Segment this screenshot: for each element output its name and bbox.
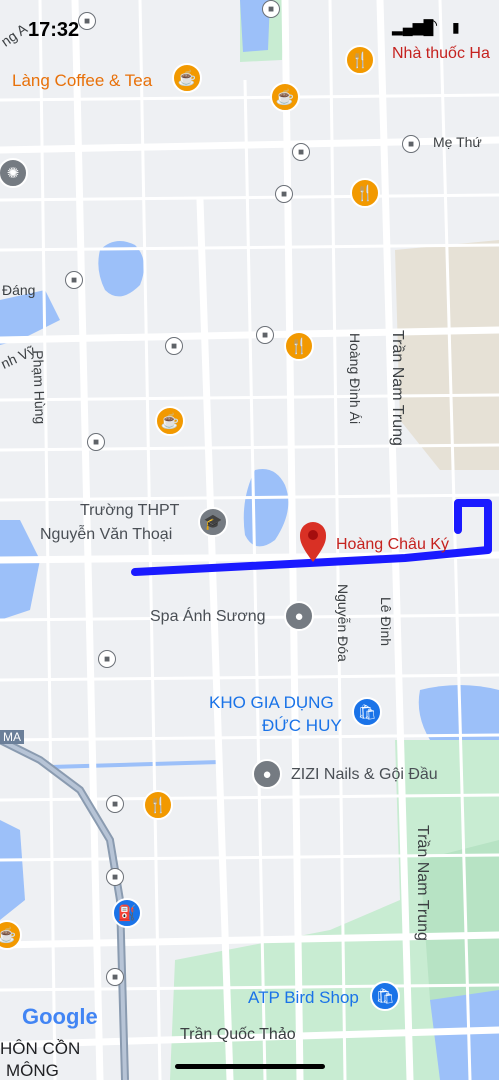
bus-stop-icon[interactable]: ■ bbox=[98, 650, 116, 668]
bus-stop-icon[interactable]: ■ bbox=[165, 337, 183, 355]
bus-stop-icon[interactable]: ■ bbox=[106, 795, 124, 813]
place-atp[interactable]: ATP Bird Shop bbox=[248, 989, 359, 1006]
street-dang: Đáng bbox=[2, 282, 36, 298]
bus-stop-icon[interactable]: ■ bbox=[78, 12, 96, 30]
area-thon-con-1: HÔN CỒN bbox=[0, 1039, 81, 1058]
place-nha-thuoc[interactable]: Nhà thuốc Ha bbox=[392, 46, 490, 62]
bus-stop-icon[interactable]: ■ bbox=[402, 135, 420, 153]
bus-stop-icon[interactable]: ■ bbox=[106, 968, 124, 986]
street-pham-hung: Phạm Hùng bbox=[30, 349, 49, 425]
bus-stop-icon[interactable]: ■ bbox=[106, 868, 124, 886]
school-icon[interactable]: 🎓 bbox=[198, 507, 228, 537]
place-pin-icon[interactable]: ● bbox=[252, 759, 282, 789]
area-thon-con-2: MÔNG bbox=[6, 1061, 59, 1080]
wifi-icon: ◠ bbox=[424, 17, 438, 34]
bus-stop-icon[interactable]: ■ bbox=[275, 185, 293, 203]
bus-stop-icon[interactable]: ■ bbox=[256, 326, 274, 344]
cafe-icon[interactable]: ☕ bbox=[155, 406, 185, 436]
cafe-icon[interactable]: ☕ bbox=[270, 82, 300, 112]
place-hoang-chau-ky[interactable]: Hoàng Châu Ký bbox=[336, 537, 449, 553]
restaurant-icon[interactable]: 🍴 bbox=[350, 178, 380, 208]
school-name-line2[interactable]: Nguyễn Văn Thoại bbox=[40, 527, 172, 543]
restaurant-icon[interactable]: 🍴 bbox=[143, 790, 173, 820]
restaurant-icon[interactable]: 🍴 bbox=[345, 45, 375, 75]
street-nguyen-doa: Nguyễn Đóa bbox=[335, 584, 351, 662]
gas-station-icon[interactable]: ⛽ bbox=[112, 898, 142, 928]
park-area bbox=[420, 840, 499, 1000]
bus-stop-icon[interactable]: ■ bbox=[292, 143, 310, 161]
shopping-icon[interactable]: 🛍 bbox=[370, 981, 400, 1011]
street-tran-quoc-thao: Trần Quốc Thảo bbox=[180, 1026, 296, 1043]
street-hoang-dinh-ai: Hoàng Đình Ái bbox=[347, 333, 363, 425]
place-kho-line2[interactable]: ĐỨC HUY bbox=[262, 717, 342, 734]
street-tran-nam-trung-1: Trần Nam Trung bbox=[389, 330, 406, 446]
place-pin-icon[interactable]: ● bbox=[284, 601, 314, 631]
cafe-icon[interactable]: ☕ bbox=[172, 63, 202, 93]
bus-stop-icon[interactable]: ■ bbox=[262, 0, 280, 18]
place-spa[interactable]: Spa Ánh Sương bbox=[150, 609, 266, 625]
status-bar: 17:32 ▂▄▆█ ◠ ▮ bbox=[0, 0, 499, 48]
place-kho-line1[interactable]: KHO GIA DỤNG bbox=[209, 694, 334, 711]
street-le-dinh: Lê Đình bbox=[378, 597, 394, 647]
street-me-thu: Mẹ Thứ bbox=[433, 134, 482, 150]
battery-icon: ▮ bbox=[452, 19, 460, 35]
place-zizi[interactable]: ZIZI Nails & Gội Đầu bbox=[291, 767, 438, 783]
google-logo: Google bbox=[22, 1004, 98, 1029]
bus-stop-icon[interactable]: ■ bbox=[87, 433, 105, 451]
restaurant-icon[interactable]: 🍴 bbox=[284, 331, 314, 361]
place-lang-coffee[interactable]: Làng Coffee & Tea bbox=[12, 72, 152, 89]
school-name-line1[interactable]: Trường THPT bbox=[80, 503, 179, 519]
street-tran-nam-trung-2: Trần Nam Trung bbox=[414, 825, 431, 941]
home-indicator bbox=[175, 1064, 325, 1069]
shopping-icon[interactable]: 🛍 bbox=[352, 697, 382, 727]
bus-stop-icon[interactable]: ■ bbox=[65, 271, 83, 289]
status-time: 17:32 bbox=[28, 19, 80, 41]
highway-label-ma: MA bbox=[0, 730, 24, 744]
